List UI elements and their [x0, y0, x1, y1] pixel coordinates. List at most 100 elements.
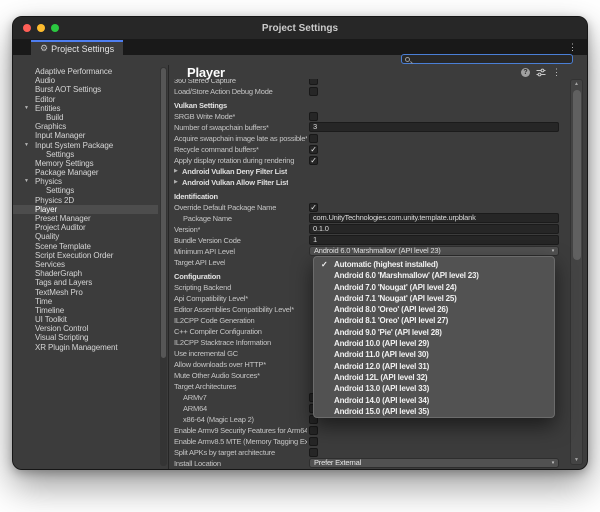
title-bar[interactable]: Project Settings — [13, 17, 587, 40]
sidebar-item-tags-and-layers[interactable]: Tags and Layers — [13, 278, 158, 287]
popup-item[interactable]: Android 12L (API level 32) — [314, 372, 554, 383]
setting-label: Bundle Version Code — [174, 235, 241, 246]
popup-item[interactable]: Android 12.0 (API level 31) — [314, 361, 554, 372]
checkbox[interactable] — [309, 448, 318, 457]
popup-item[interactable]: Android 14.0 (API level 34) — [314, 395, 554, 406]
checkbox[interactable] — [309, 426, 318, 435]
setting-label: Minimum API Level — [174, 246, 235, 257]
setting-label: x86-64 (Magic Leap 2) — [183, 414, 254, 425]
checkbox[interactable] — [309, 134, 318, 143]
text-field[interactable]: 0.1.0 — [309, 224, 559, 234]
settings-row: Enable Armv9 Security Features for Arm64 — [169, 425, 565, 436]
sidebar-item-timeline[interactable]: Timeline — [13, 306, 158, 315]
tab-project-settings[interactable]: ⚙ Project Settings — [31, 40, 123, 55]
checkbox[interactable] — [309, 112, 318, 121]
sidebar-item-burst-aot-settings[interactable]: Burst AOT Settings — [13, 85, 158, 94]
sidebar-scrollbar-thumb[interactable] — [161, 68, 166, 358]
tab-label: Project Settings — [51, 44, 114, 54]
popup-item[interactable]: Android 7.0 'Nougat' (API level 24) — [314, 282, 554, 293]
text-field[interactable]: 3 — [309, 122, 559, 132]
sidebar-item-version-control[interactable]: Version Control — [13, 324, 158, 333]
popup-item[interactable]: Android 8.0 'Oreo' (API level 26) — [314, 304, 554, 315]
sidebar-item-build[interactable]: Build — [13, 113, 158, 122]
sidebar-item-visual-scripting[interactable]: Visual Scripting — [13, 333, 158, 342]
sidebar-item-quality[interactable]: Quality — [13, 232, 158, 241]
sidebar-item-physics-2d[interactable]: Physics 2D — [13, 196, 158, 205]
sidebar-item-package-manager[interactable]: Package Manager — [13, 168, 158, 177]
header-icons: ? ⋮ — [521, 68, 561, 77]
sidebar-item-input-manager[interactable]: Input Manager — [13, 131, 158, 140]
setting-label: Number of swapchain buffers* — [174, 122, 269, 133]
sidebar-item-ui-toolkit[interactable]: UI Toolkit — [13, 315, 158, 324]
sidebar-item-scene-template[interactable]: Scene Template — [13, 242, 158, 251]
checkbox[interactable] — [309, 87, 318, 96]
sidebar-item-player[interactable]: Player — [13, 205, 158, 214]
text-field[interactable]: 1 — [309, 235, 559, 245]
panel-more-icon[interactable]: ⋮ — [552, 68, 561, 77]
scroll-down-icon[interactable]: ▼ — [571, 457, 582, 463]
popup-item[interactable]: Android 11.0 (API level 30) — [314, 349, 554, 360]
popup-item[interactable]: Android 15.0 (API level 35) — [314, 406, 554, 417]
scroll-up-icon[interactable]: ▲ — [571, 81, 582, 87]
sidebar-item-graphics[interactable]: Graphics — [13, 122, 158, 131]
sidebar-item-label: Settings — [46, 186, 74, 195]
text-field[interactable]: com.UnityTechnologies.com.unity.template… — [309, 213, 559, 223]
help-icon[interactable]: ? — [521, 68, 530, 77]
sidebar-scrollbar[interactable] — [160, 67, 167, 466]
presets-icon[interactable] — [536, 68, 546, 77]
traffic-lights — [23, 24, 59, 32]
project-settings-window: Project Settings ⚙ Project Settings ⋮ Ad… — [12, 16, 588, 470]
dropdown[interactable]: Android 6.0 'Marshmallow' (API level 23)… — [309, 246, 559, 256]
checkbox[interactable]: ✓ — [309, 145, 318, 154]
sidebar-item-memory-settings[interactable]: Memory Settings — [13, 159, 158, 168]
sidebar-item-services[interactable]: Services — [13, 260, 158, 269]
content-area: Adaptive PerformanceAudioBurst AOT Setti… — [13, 65, 587, 469]
sidebar-item-label: Scene Template — [35, 242, 91, 251]
sidebar-item-textmesh-pro[interactable]: TextMesh Pro — [13, 288, 158, 297]
main-scrollbar-thumb[interactable] — [573, 90, 581, 260]
popup-item-label: Android 8.1 'Oreo' (API level 27) — [334, 316, 448, 325]
foldout-open-icon[interactable]: ▼ — [24, 141, 29, 150]
close-button[interactable] — [23, 24, 31, 32]
sidebar-item-physics[interactable]: ▼Physics — [13, 177, 158, 186]
popup-item[interactable]: Android 8.1 'Oreo' (API level 27) — [314, 315, 554, 326]
sidebar-item-settings[interactable]: Settings — [13, 150, 158, 159]
dropdown[interactable]: Prefer External▾ — [309, 458, 559, 468]
search-input[interactable] — [401, 54, 573, 64]
popup-item[interactable]: Android 13.0 (API level 33) — [314, 383, 554, 394]
setting-label: Version* — [174, 224, 200, 235]
sidebar-item-adaptive-performance[interactable]: Adaptive Performance — [13, 67, 158, 76]
settings-row: ▶Android Vulkan Allow Filter List — [169, 177, 565, 188]
sidebar-item-preset-manager[interactable]: Preset Manager — [13, 214, 158, 223]
sidebar-item-label: Audio — [35, 76, 55, 85]
popup-item[interactable]: Android 9.0 'Pie' (API level 28) — [314, 327, 554, 338]
sidebar-item-entities[interactable]: ▼Entities — [13, 104, 158, 113]
checkbox[interactable] — [309, 437, 318, 446]
setting-label: IL2CPP Code Generation — [174, 315, 255, 326]
setting-label: Use incremental GC — [174, 348, 238, 359]
checkbox[interactable]: ✓ — [309, 156, 318, 165]
sidebar-item-time[interactable]: Time — [13, 297, 158, 306]
sidebar-item-script-execution-order[interactable]: Script Execution Order — [13, 251, 158, 260]
sidebar-item-label: XR Plugin Management — [35, 343, 118, 352]
foldout-open-icon[interactable]: ▼ — [24, 177, 29, 186]
zoom-button[interactable] — [51, 24, 59, 32]
sidebar-item-editor[interactable]: Editor — [13, 95, 158, 104]
sidebar-item-xr-plugin-management[interactable]: XR Plugin Management — [13, 343, 158, 352]
sidebar-item-settings[interactable]: Settings — [13, 186, 158, 195]
popup-item[interactable]: ✓Automatic (highest installed) — [314, 259, 554, 270]
minimize-button[interactable] — [37, 24, 45, 32]
popup-item[interactable]: Android 6.0 'Marshmallow' (API level 23) — [314, 270, 554, 281]
foldout-closed-icon[interactable]: ▶ — [174, 166, 178, 177]
sidebar-item-project-auditor[interactable]: Project Auditor — [13, 223, 158, 232]
sidebar-item-audio[interactable]: Audio — [13, 76, 158, 85]
tab-more-icon[interactable]: ⋮ — [568, 40, 577, 55]
sidebar-item-input-system-package[interactable]: ▼Input System Package — [13, 141, 158, 150]
foldout-closed-icon[interactable]: ▶ — [174, 177, 178, 188]
checkbox[interactable]: ✓ — [309, 203, 318, 212]
sidebar-item-shadergraph[interactable]: ShaderGraph — [13, 269, 158, 278]
foldout-open-icon[interactable]: ▼ — [24, 104, 29, 113]
main-scrollbar[interactable]: ▲ ▼ — [570, 79, 583, 465]
popup-item[interactable]: Android 7.1 'Nougat' (API level 25) — [314, 293, 554, 304]
popup-item[interactable]: Android 10.0 (API level 29) — [314, 338, 554, 349]
